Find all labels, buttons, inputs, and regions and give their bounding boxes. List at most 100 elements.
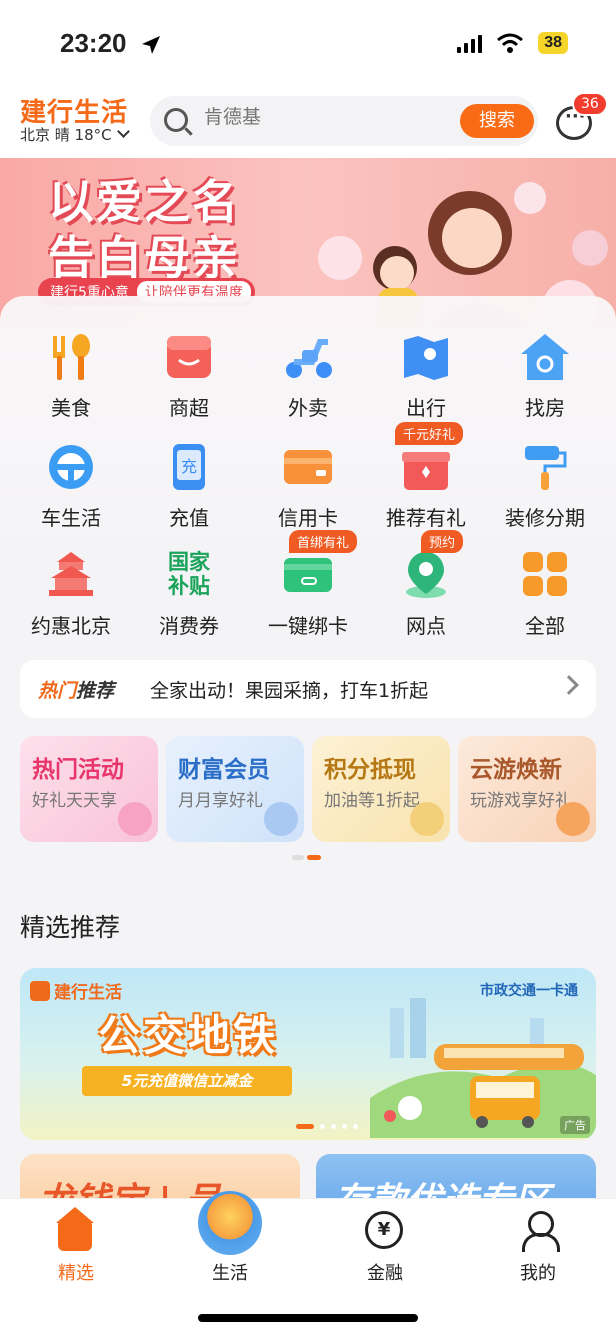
tab-label: 生活 bbox=[212, 1263, 248, 1284]
grid-item-bind-card[interactable]: 一键绑卡 首绑有礼 bbox=[249, 530, 367, 642]
grid-label: 找房 bbox=[525, 396, 565, 420]
grid-item-credit-card[interactable]: 信用卡 bbox=[249, 434, 367, 534]
card-title: 财富会员 bbox=[178, 757, 270, 783]
promo-banner[interactable]: 建行生活 市政交通一卡通 公交地铁 5元充值微信立减金 广告 bbox=[20, 968, 596, 1140]
home-icon bbox=[56, 1207, 94, 1251]
grid-item-car-life[interactable]: 车生活 bbox=[12, 434, 130, 534]
tab-mine[interactable]: 我的 bbox=[478, 1209, 598, 1289]
card-wealth-member[interactable]: 财富会员 月月享好礼 bbox=[166, 736, 304, 842]
section-title: 精选推荐 bbox=[20, 913, 121, 942]
grid-label: 美食 bbox=[51, 396, 91, 420]
cards-pager bbox=[292, 855, 321, 860]
wifi-icon bbox=[497, 33, 524, 53]
credit-card-icon bbox=[284, 450, 332, 484]
grid-label: 全部 bbox=[525, 614, 565, 638]
card-points-cash[interactable]: 积分抵现 加油等1折起 bbox=[312, 736, 450, 842]
hot-recommendation-bar[interactable]: 热门推荐 全家出动！果园采摘，打车1折起 bbox=[20, 660, 596, 718]
tab-featured[interactable]: 精选 bbox=[16, 1207, 136, 1289]
promo-brand-text: 建行生活 bbox=[54, 983, 122, 1003]
grid-label: 网点 bbox=[406, 614, 446, 638]
steering-wheel-icon bbox=[49, 445, 93, 489]
map-icon bbox=[404, 336, 448, 380]
card-subtitle: 玩游戏享好礼 bbox=[470, 791, 572, 811]
grid-item-referral[interactable]: 推荐有礼 千元好礼 bbox=[367, 422, 485, 534]
grid-item-coupons[interactable]: 国家补贴 消费券 bbox=[130, 542, 248, 642]
hot-recommendation-text: 全家出动！果园采摘，打车1折起 bbox=[150, 680, 429, 702]
grid-label: 外卖 bbox=[288, 396, 328, 420]
content-sheet: 美食 商超 外卖 出行 找房 车生活 充 充值 信用卡 推荐有礼 千元好礼 装修… bbox=[0, 296, 616, 1214]
card-subtitle: 加油等1折起 bbox=[324, 791, 420, 811]
chevron-right-icon bbox=[559, 675, 579, 695]
promo-brand: 建行生活 bbox=[30, 978, 122, 1003]
grid-label: 装修分期 bbox=[505, 506, 585, 530]
grid-item-takeout[interactable]: 外卖 bbox=[249, 324, 367, 424]
gift-basket-icon bbox=[556, 802, 590, 836]
grid-label: 出行 bbox=[406, 396, 446, 420]
grid-item-all[interactable]: 全部 bbox=[486, 542, 604, 642]
grid-item-recharge[interactable]: 充 充值 bbox=[130, 434, 248, 534]
grid-item-food[interactable]: 美食 bbox=[12, 324, 130, 424]
card-hot-activity[interactable]: 热门活动 好礼天天享 bbox=[20, 736, 158, 842]
grid-item-renovation[interactable]: 装修分期 bbox=[486, 434, 604, 534]
grid-item-housing[interactable]: 找房 bbox=[486, 324, 604, 424]
card-cloud-game[interactable]: 云游焕新 玩游戏享好礼 bbox=[458, 736, 596, 842]
grid-item-beijing-deals[interactable]: 约惠北京 bbox=[12, 542, 130, 642]
promo-ribbon: 5元充值微信立减金 bbox=[82, 1066, 292, 1096]
home-indicator bbox=[198, 1314, 418, 1322]
svg-text:充: 充 bbox=[181, 457, 197, 476]
grid-item-supermarket[interactable]: 商超 bbox=[130, 324, 248, 424]
cellular-signal-icon bbox=[457, 33, 483, 53]
tab-label: 精选 bbox=[58, 1263, 94, 1284]
card-title: 热门活动 bbox=[32, 757, 124, 783]
tab-finance[interactable]: ¥ 金融 bbox=[325, 1209, 445, 1289]
tab-life[interactable]: 生活 bbox=[170, 1191, 290, 1289]
grid-item-branch[interactable]: 网点 预约 bbox=[367, 530, 485, 642]
location-arrow-icon bbox=[142, 36, 160, 54]
temple-badge-icon bbox=[198, 1191, 262, 1255]
location-pin-icon bbox=[406, 552, 446, 598]
grid-item-travel[interactable]: 出行 bbox=[367, 324, 485, 424]
promo-tag: 预约 bbox=[421, 530, 464, 553]
app-header: 建行生活 北京 晴 18°C 搜索 36 bbox=[0, 90, 616, 158]
grid-label: 信用卡 bbox=[278, 506, 338, 530]
card-subtitle: 好礼天天享 bbox=[32, 791, 117, 811]
all-apps-icon bbox=[523, 552, 567, 596]
ad-label: 广告 bbox=[560, 1116, 590, 1134]
user-icon bbox=[522, 1211, 560, 1252]
search-icon bbox=[164, 108, 188, 132]
search-input[interactable] bbox=[204, 106, 444, 128]
scooter-icon bbox=[286, 339, 332, 378]
battery-level: 38 bbox=[538, 32, 568, 54]
mascot-icon bbox=[410, 802, 444, 836]
grid-label: 商超 bbox=[169, 396, 209, 420]
activity-cards: 热门活动 好礼天天享 财富会员 月月享好礼 积分抵现 加油等1折起 云游焕新 玩… bbox=[20, 736, 596, 842]
grid-label: 约惠北京 bbox=[31, 614, 111, 638]
grid-label: 推荐有礼 bbox=[386, 506, 466, 530]
hot-recommendation-tag: 热门推荐 bbox=[38, 676, 114, 703]
promo-title: 公交地铁 bbox=[98, 1011, 279, 1060]
grid-label: 充值 bbox=[169, 506, 209, 530]
clock: 23:20 bbox=[60, 28, 127, 58]
national-subsidy-icon: 国家补贴 bbox=[168, 550, 210, 598]
promo-tag: 首绑有礼 bbox=[289, 530, 358, 553]
grid-label: 消费券 bbox=[159, 614, 219, 638]
card-title: 积分抵现 bbox=[324, 757, 416, 783]
bind-card-icon bbox=[284, 558, 332, 592]
hot-tag-b: 推荐 bbox=[76, 680, 115, 702]
search-bar[interactable]: 搜索 bbox=[150, 96, 538, 146]
temple-icon bbox=[49, 552, 93, 596]
tab-label: 金融 bbox=[367, 1263, 403, 1284]
house-search-icon bbox=[521, 334, 569, 380]
megaphone-icon bbox=[118, 802, 152, 836]
brand-logo-icon bbox=[30, 980, 50, 1001]
card-title: 云游焕新 bbox=[470, 757, 562, 783]
city-weather-selector[interactable]: 北京 晴 18°C bbox=[20, 124, 131, 145]
status-bar: 23:20 38 bbox=[0, 0, 616, 90]
search-button[interactable]: 搜索 bbox=[460, 104, 534, 138]
card-subtitle: 月月享好礼 bbox=[178, 791, 263, 811]
chevron-down-icon bbox=[117, 125, 131, 138]
store-icon bbox=[167, 336, 211, 378]
yuan-icon: ¥ bbox=[365, 1211, 403, 1249]
fork-spoon-icon bbox=[53, 334, 90, 380]
gift-box-icon bbox=[402, 452, 450, 490]
